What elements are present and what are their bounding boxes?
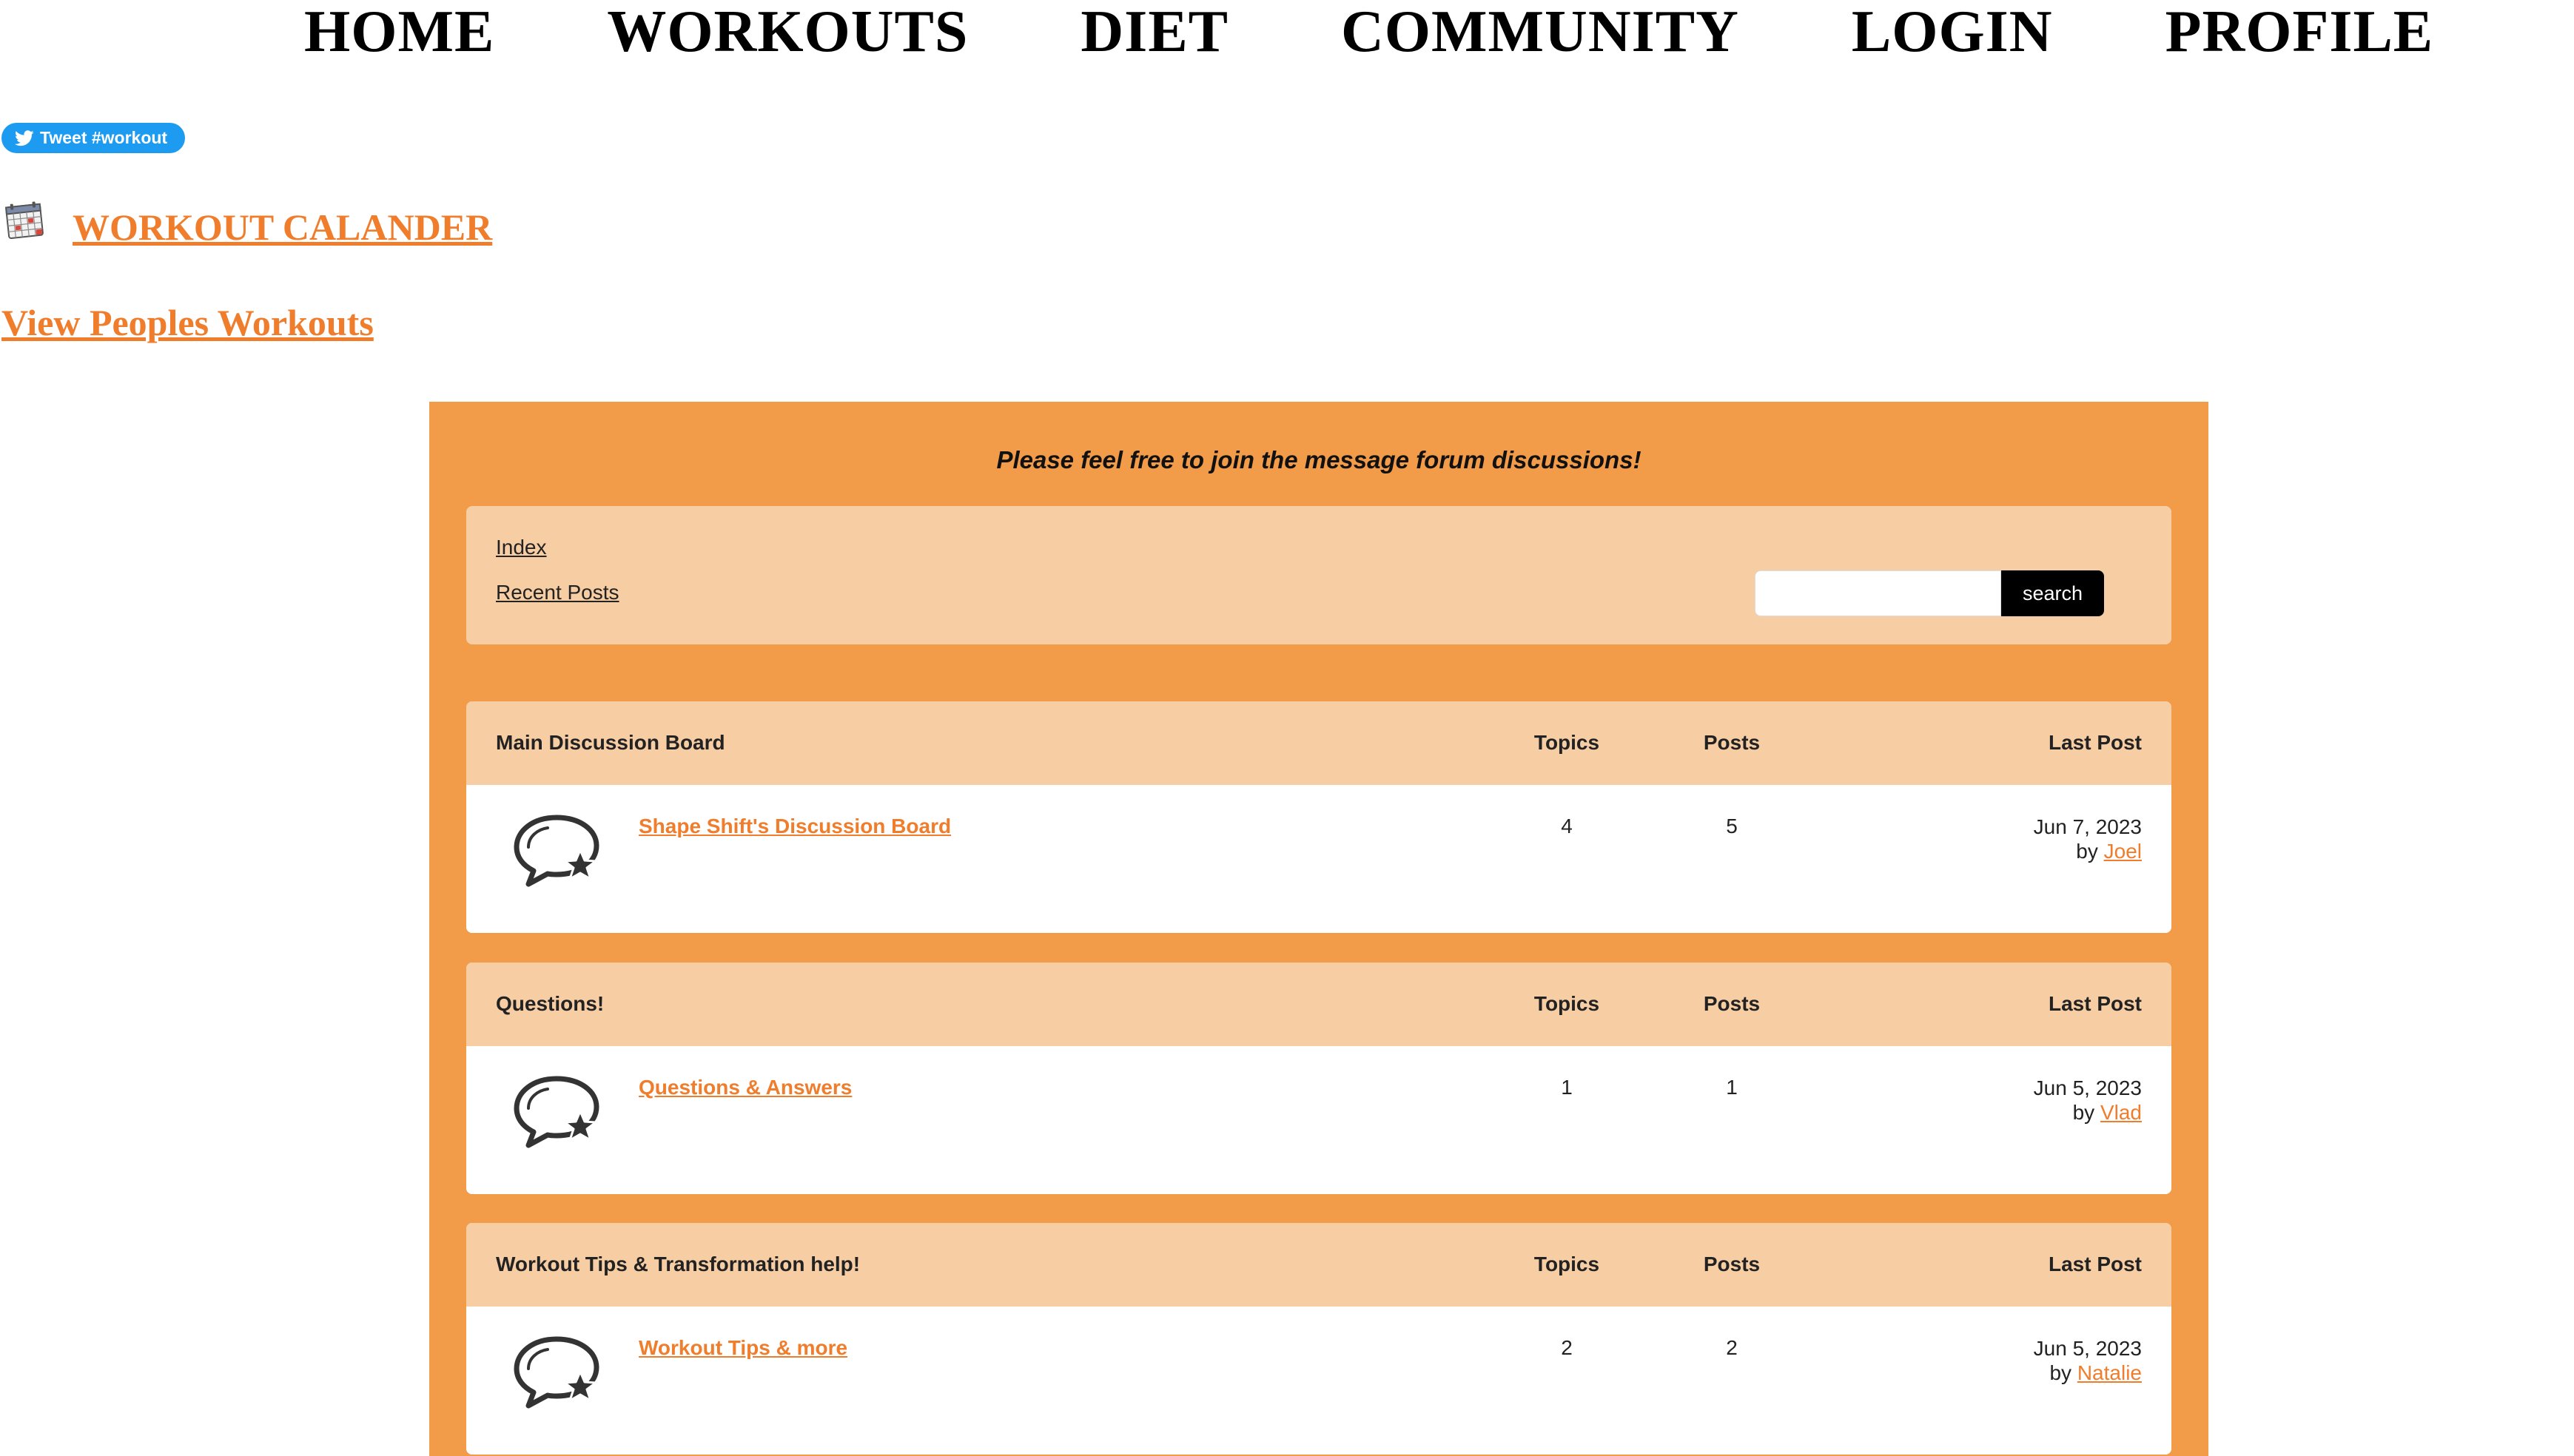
forum-row: Workout Tips & more 2 2 Jun 5, 2023 by N…: [466, 1307, 2171, 1455]
chat-bubble-star-icon: [514, 815, 599, 887]
topics-column-header: Topics: [1533, 731, 1600, 754]
last-post-user-link[interactable]: Joel: [2104, 840, 2142, 863]
forum-intro-text: Please feel free to join the message for…: [996, 446, 1641, 473]
forum-container: Please feel free to join the message for…: [429, 402, 2208, 1456]
last-post-date: Jun 7, 2023: [2033, 815, 2142, 838]
topics-column-header: Topics: [1533, 992, 1600, 1015]
topics-count: 2: [1561, 1336, 1573, 1359]
last-post-author-line: by Joel: [2034, 839, 2142, 863]
topics-column-header: Topics: [1533, 1253, 1600, 1275]
forum-index-link[interactable]: Index: [496, 536, 547, 559]
forum-link[interactable]: Shape Shift's Discussion Board: [639, 815, 951, 838]
board-questions: Questions! Topics Posts Last Post Questi…: [466, 963, 2171, 1194]
board-workout-tips: Workout Tips & Transformation help! Topi…: [466, 1223, 2171, 1455]
chat-bubble-star-icon: [514, 1336, 599, 1409]
topics-count: 4: [1561, 815, 1573, 837]
board-header: Questions! Topics Posts Last Post: [466, 963, 2171, 1046]
forum-row: Shape Shift's Discussion Board 4 5 Jun 7…: [466, 785, 2171, 933]
twitter-bird-icon: [15, 129, 34, 146]
forum-nav-panel: Index Recent Posts search: [466, 506, 2171, 644]
posts-column-header: Posts: [1703, 992, 1761, 1015]
chat-bubble-star-icon: [514, 1076, 599, 1148]
last-post-column-header: Last Post: [2048, 992, 2142, 1015]
workout-calendar-link[interactable]: WORKOUT CALANDER: [73, 209, 492, 246]
board-title: Questions!: [496, 992, 605, 1015]
board-header: Main Discussion Board Topics Posts Last …: [466, 701, 2171, 785]
nav-diet[interactable]: DIET: [1081, 2, 1229, 61]
forum-row: Questions & Answers 1 1 Jun 5, 2023 by V…: [466, 1046, 2171, 1194]
board-title: Main Discussion Board: [496, 731, 725, 754]
last-post-column-header: Last Post: [2048, 1253, 2142, 1275]
last-post-by-text: by: [2072, 1101, 2095, 1124]
forum-recent-posts-link[interactable]: Recent Posts: [496, 581, 619, 604]
last-post-info: Jun 7, 2023 by Joel: [2034, 815, 2142, 863]
last-post-info: Jun 5, 2023 by Vlad: [2034, 1076, 2142, 1125]
tweet-button[interactable]: Tweet #workout: [1, 123, 186, 153]
forum-link[interactable]: Questions & Answers: [639, 1076, 852, 1099]
tweet-label: Tweet #workout: [40, 128, 168, 147]
nav-community[interactable]: COMMUNITY: [1341, 2, 1739, 61]
last-post-author-line: by Natalie: [2034, 1361, 2142, 1385]
last-post-info: Jun 5, 2023 by Natalie: [2034, 1336, 2142, 1385]
top-nav: HOME WORKOUTS DIET COMMUNITY LOGIN PROFI…: [304, 0, 2433, 64]
forum-search-input[interactable]: [1755, 570, 2001, 616]
forum-search-button[interactable]: search: [2001, 570, 2104, 616]
posts-column-header: Posts: [1703, 731, 1761, 754]
forum-link[interactable]: Workout Tips & more: [639, 1336, 847, 1360]
last-post-by-text: by: [2049, 1361, 2072, 1384]
board-title: Workout Tips & Transformation help!: [496, 1253, 861, 1275]
nav-login[interactable]: LOGIN: [1852, 2, 2053, 61]
last-post-user-link[interactable]: Vlad: [2100, 1101, 2142, 1124]
last-post-by-text: by: [2076, 840, 2098, 863]
posts-count: 1: [1726, 1076, 1738, 1099]
last-post-date: Jun 5, 2023: [2033, 1337, 2142, 1360]
posts-column-header: Posts: [1703, 1253, 1761, 1275]
posts-count: 5: [1726, 815, 1738, 837]
view-peoples-workouts-link[interactable]: View Peoples Workouts: [1, 304, 374, 341]
nav-home[interactable]: HOME: [304, 2, 494, 61]
nav-profile[interactable]: PROFILE: [2165, 2, 2434, 61]
nav-workouts[interactable]: WORKOUTS: [607, 2, 968, 61]
posts-count: 2: [1726, 1336, 1738, 1359]
last-post-column-header: Last Post: [2048, 731, 2142, 754]
calendar-icon[interactable]: [3, 200, 46, 241]
topics-count: 1: [1561, 1076, 1573, 1099]
last-post-date: Jun 5, 2023: [2033, 1076, 2142, 1099]
board-header: Workout Tips & Transformation help! Topi…: [466, 1223, 2171, 1307]
last-post-author-line: by Vlad: [2034, 1100, 2142, 1125]
board-main-discussion: Main Discussion Board Topics Posts Last …: [466, 701, 2171, 933]
last-post-user-link[interactable]: Natalie: [2077, 1361, 2142, 1384]
